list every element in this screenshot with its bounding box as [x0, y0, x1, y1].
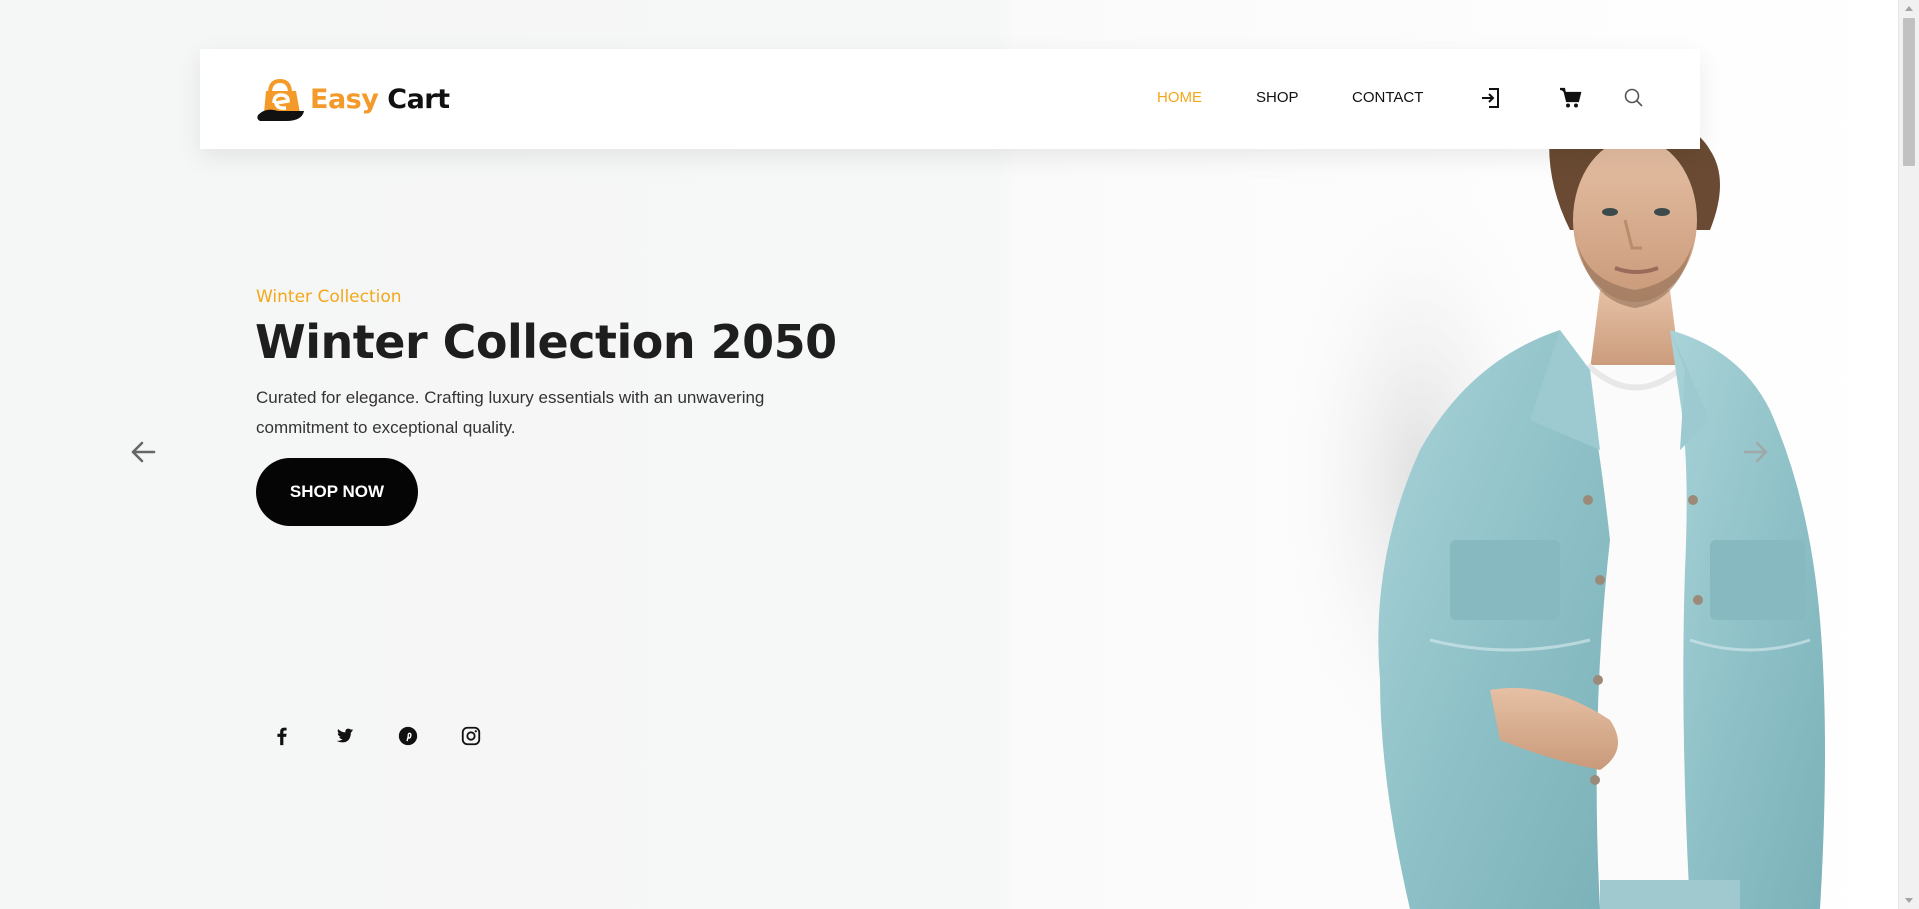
nav-link-contact[interactable]: CONTACT	[1352, 89, 1423, 106]
shopping-bag-logo-icon	[257, 78, 304, 121]
scroll-down-icon[interactable]	[1905, 898, 1913, 903]
cart-icon[interactable]	[1557, 85, 1583, 111]
brand-logo[interactable]: Easy Cart	[256, 73, 450, 125]
vertical-scrollbar[interactable]	[1898, 0, 1919, 909]
shop-now-button[interactable]: SHOP NOW	[256, 458, 418, 526]
hero-eyebrow: Winter Collection	[256, 287, 402, 307]
nav-link-shop[interactable]: SHOP	[1256, 89, 1299, 106]
brand-name-part2: Cart	[387, 83, 450, 115]
scrollbar-thumb[interactable]	[1903, 18, 1915, 166]
page: Easy Cart HOME SHOP CONTACT Winter Colle…	[0, 0, 1898, 909]
site-header: Easy Cart HOME SHOP CONTACT	[200, 49, 1700, 149]
hero-model-image	[1270, 120, 1825, 909]
pinterest-icon[interactable]	[394, 722, 422, 750]
facebook-icon[interactable]	[268, 722, 296, 750]
nav-link-home[interactable]: HOME	[1157, 89, 1202, 106]
brand-name-part1: Easy	[310, 83, 379, 115]
arrow-right-icon[interactable]	[1741, 437, 1771, 467]
arrow-left-icon[interactable]	[128, 437, 158, 467]
hero-title: Winter Collection 2050	[255, 315, 837, 369]
brand-name: Easy Cart	[310, 84, 450, 115]
scroll-up-icon[interactable]	[1905, 6, 1913, 11]
twitter-icon[interactable]	[330, 722, 358, 750]
hero-description: Curated for elegance. Crafting luxury es…	[256, 388, 765, 437]
login-icon[interactable]	[1478, 85, 1504, 111]
instagram-icon[interactable]	[457, 722, 485, 750]
search-icon[interactable]	[1621, 85, 1647, 111]
